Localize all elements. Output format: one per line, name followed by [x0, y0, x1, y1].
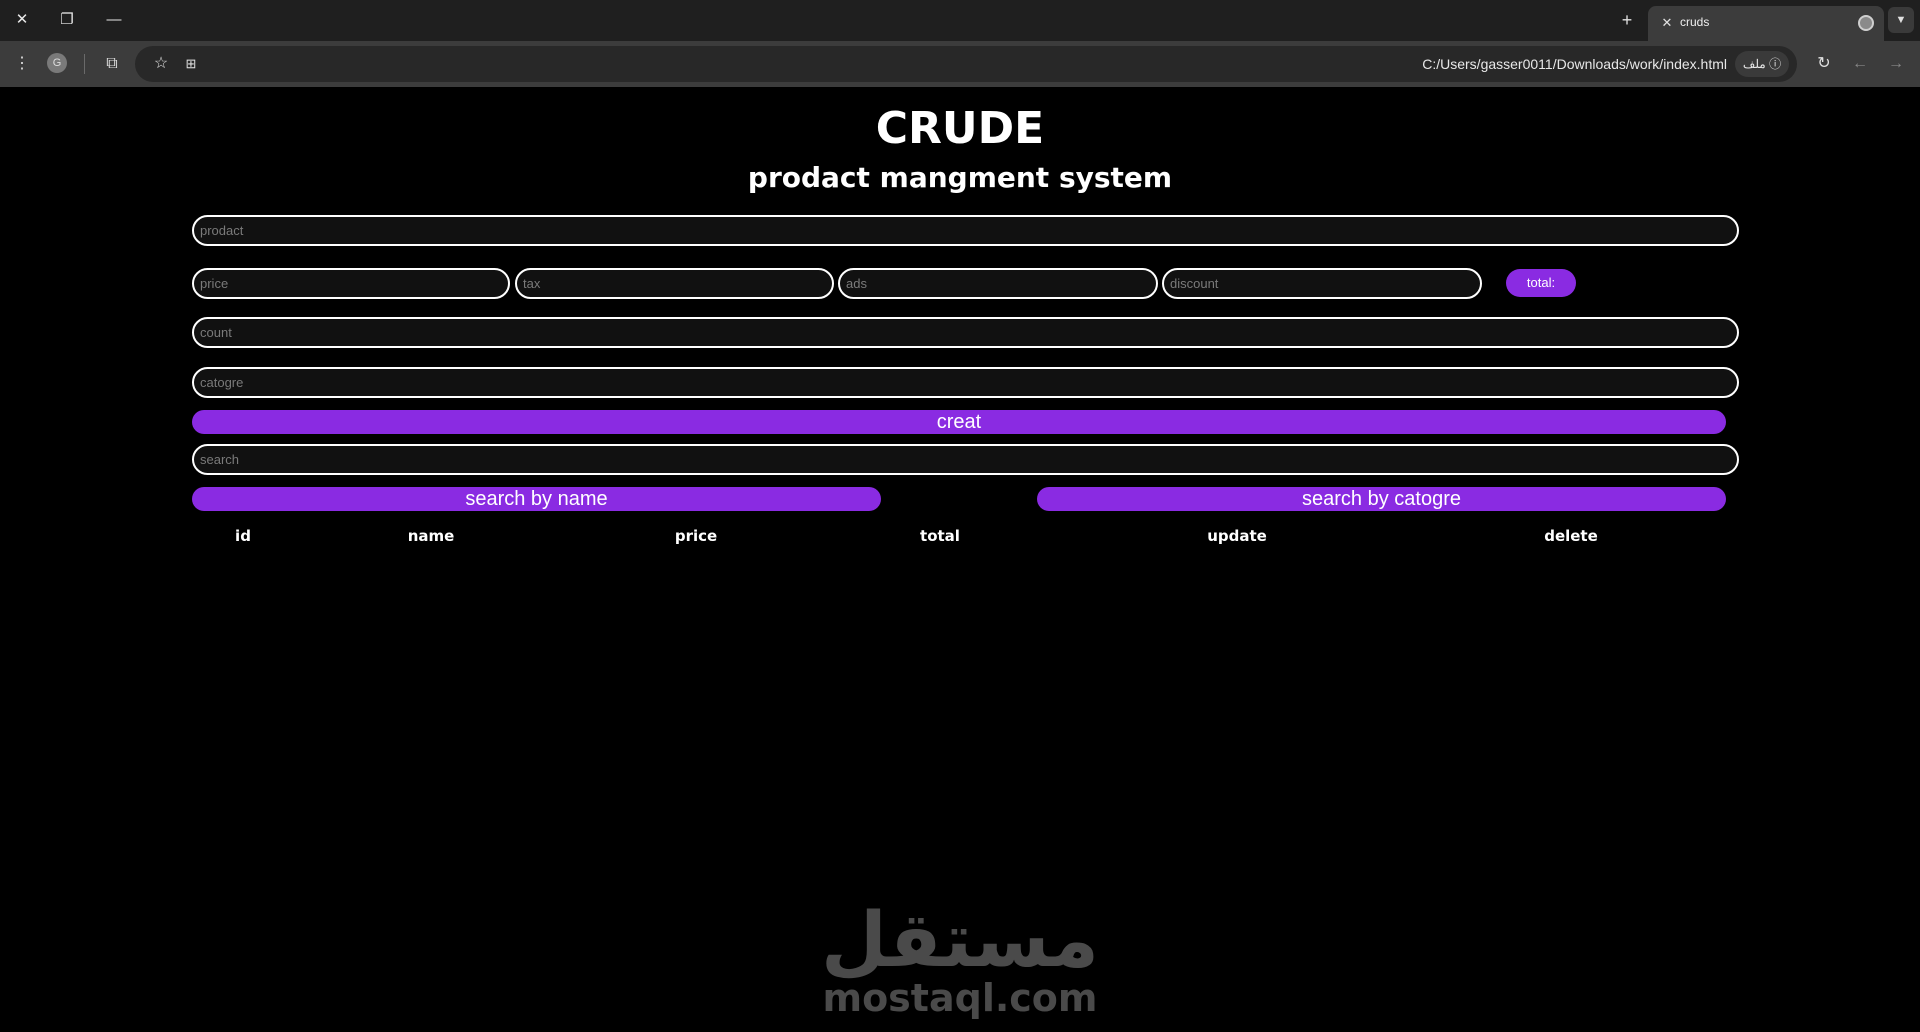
globe-icon: [1858, 15, 1874, 31]
tab-title: cruds: [1680, 15, 1710, 29]
table-header-price: price: [674, 527, 718, 545]
site-info-label: ملف: [1742, 57, 1766, 71]
site-info-chip[interactable]: ملف ⓘ: [1735, 51, 1789, 77]
browser-tabstrip: ✕ ❐ — + ✕ cruds ▼: [0, 0, 1920, 41]
table-header-update: update: [1207, 527, 1267, 545]
translate-icon[interactable]: ⊞: [179, 52, 203, 76]
watermark-latin: mostaql.com: [822, 976, 1098, 1020]
window-close-icon[interactable]: ✕: [8, 8, 36, 32]
ads-input[interactable]: [838, 268, 1158, 299]
reload-icon[interactable]: ↻: [1812, 52, 1836, 76]
table-header-total: total: [920, 527, 960, 545]
product-input[interactable]: [192, 215, 1739, 246]
mostaql-watermark: مستقل mostaql.com: [0, 895, 1920, 1020]
table-header-id: id: [235, 527, 251, 545]
menu-kebab-icon[interactable]: ⋮: [10, 52, 34, 76]
back-arrow-icon[interactable]: ←: [1848, 52, 1872, 76]
search-input[interactable]: [192, 444, 1739, 475]
tax-input[interactable]: [515, 268, 834, 299]
url-text[interactable]: C:/Users/gasser0011/Downloads/work/index…: [1422, 56, 1727, 72]
table-header-delete: delete: [1544, 527, 1598, 545]
window-restore-icon[interactable]: ❐: [53, 8, 81, 32]
total-badge: total:: [1506, 269, 1576, 297]
category-input[interactable]: [192, 367, 1739, 398]
watermark-arabic: مستقل: [821, 895, 1099, 984]
page-subtitle: prodact mangment system: [747, 161, 1173, 194]
price-input[interactable]: [192, 268, 510, 299]
discount-input[interactable]: [1162, 268, 1482, 299]
tab-close-icon[interactable]: ✕: [1658, 13, 1676, 33]
browser-toolbar: ⋮ G ⧉ ☆ ⊞ C:/Users/gasser0011/Downloads/…: [0, 41, 1920, 87]
profile-avatar[interactable]: G: [47, 53, 67, 73]
window-minimize-icon[interactable]: —: [100, 8, 128, 32]
toolbar-divider: [84, 54, 85, 74]
count-input[interactable]: [192, 317, 1739, 348]
create-button[interactable]: creat: [192, 410, 1726, 434]
tab-search-chevron-icon[interactable]: ▼: [1888, 7, 1914, 33]
search-by-category-button[interactable]: search by catogre: [1037, 487, 1726, 511]
search-by-name-button[interactable]: search by name: [192, 487, 881, 511]
new-tab-plus-icon[interactable]: +: [1614, 9, 1640, 33]
forward-arrow-icon[interactable]: →: [1884, 52, 1908, 76]
browser-tab[interactable]: ✕ cruds: [1648, 6, 1884, 41]
address-bar[interactable]: ☆ ⊞ C:/Users/gasser0011/Downloads/work/i…: [135, 46, 1797, 82]
page-title: CRUDE: [875, 103, 1045, 154]
bookmark-star-icon[interactable]: ☆: [149, 52, 173, 76]
extensions-icon[interactable]: ⧉: [100, 52, 124, 76]
table-header-name: name: [407, 527, 455, 545]
info-icon: ⓘ: [1769, 57, 1782, 71]
